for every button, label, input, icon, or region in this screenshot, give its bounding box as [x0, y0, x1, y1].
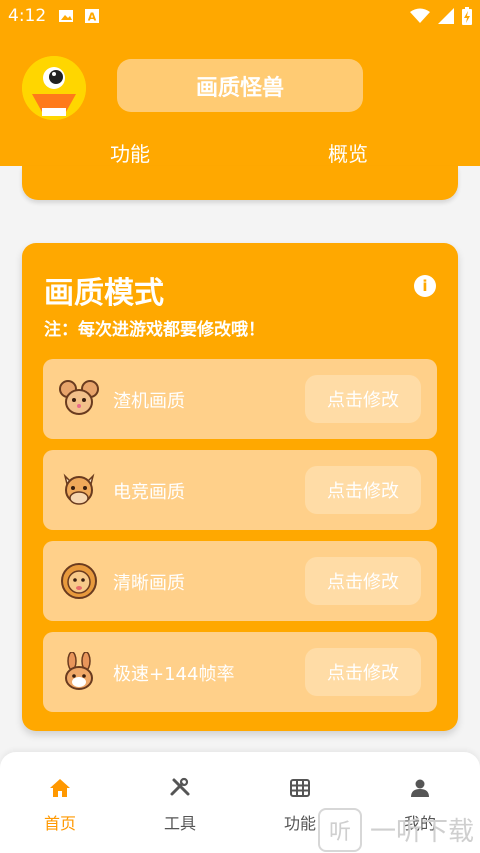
- grid-icon: [290, 779, 310, 797]
- mode-label: 渣机画质: [113, 391, 185, 412]
- modify-button[interactable]: 点击修改: [305, 466, 421, 514]
- nav-item-tools[interactable]: 工具: [140, 776, 220, 834]
- quality-mode-card: 画质模式 i 注：每次进游戏都要修改哦！ 渣机画质 点击修改 电竞画质 点击修改: [22, 243, 458, 731]
- user-icon: [411, 779, 429, 797]
- modify-button[interactable]: 点击修改: [305, 557, 421, 605]
- wifi-icon: [410, 8, 430, 23]
- app-title: 画质怪兽: [117, 59, 363, 112]
- mode-label: 电竞画质: [113, 482, 185, 503]
- card-note: 注：每次进游戏都要修改哦！: [44, 320, 265, 340]
- mode-row-speed: 极速+144帧率 点击修改: [43, 632, 437, 712]
- rabbit-face-icon: [65, 652, 93, 690]
- home-icon: [50, 779, 70, 797]
- signal-icon: [438, 8, 454, 24]
- status-time: 4:12: [8, 6, 47, 26]
- battery-icon: [462, 7, 472, 25]
- nav-label: 首页: [43, 814, 76, 833]
- header: 画质怪兽 功能 概览: [0, 34, 480, 166]
- svg-text:A: A: [88, 11, 97, 24]
- tools-icon: [170, 777, 190, 796]
- mascot-logo-icon: [22, 56, 86, 120]
- card-title: 画质模式: [44, 276, 164, 311]
- mode-label: 极速+144帧率: [113, 664, 235, 685]
- avatar[interactable]: [22, 56, 86, 120]
- watermark-logo-icon: 听: [318, 807, 362, 852]
- cow-face-icon: [63, 473, 95, 505]
- status-right-icons: [410, 7, 472, 25]
- header-panel-bottom: [22, 166, 458, 200]
- modify-button[interactable]: 点击修改: [305, 648, 421, 696]
- modify-button[interactable]: 点击修改: [305, 375, 421, 423]
- font-notification-icon: A: [85, 9, 99, 24]
- status-bar: 4:12 A: [0, 0, 480, 34]
- image-notification-icon: [59, 10, 73, 22]
- watermark-text: 一听下载: [370, 817, 475, 847]
- mode-label: 清晰画质: [113, 573, 185, 594]
- watermark: 听 一听下载: [318, 806, 480, 853]
- mode-row-esports: 电竞画质 点击修改: [43, 450, 437, 530]
- status-left-icons: A: [58, 8, 100, 24]
- nav-item-home[interactable]: 首页: [20, 776, 100, 834]
- mode-row-low-end: 渣机画质 点击修改: [43, 359, 437, 439]
- mouse-face-icon: [59, 380, 99, 415]
- nav-label: 工具: [163, 814, 196, 833]
- tab-function[interactable]: 功能: [110, 138, 150, 167]
- mode-row-clear: 清晰画质 点击修改: [43, 541, 437, 621]
- lion-face-icon: [61, 563, 97, 599]
- info-icon[interactable]: i: [414, 275, 436, 297]
- tab-overview[interactable]: 概览: [328, 138, 368, 167]
